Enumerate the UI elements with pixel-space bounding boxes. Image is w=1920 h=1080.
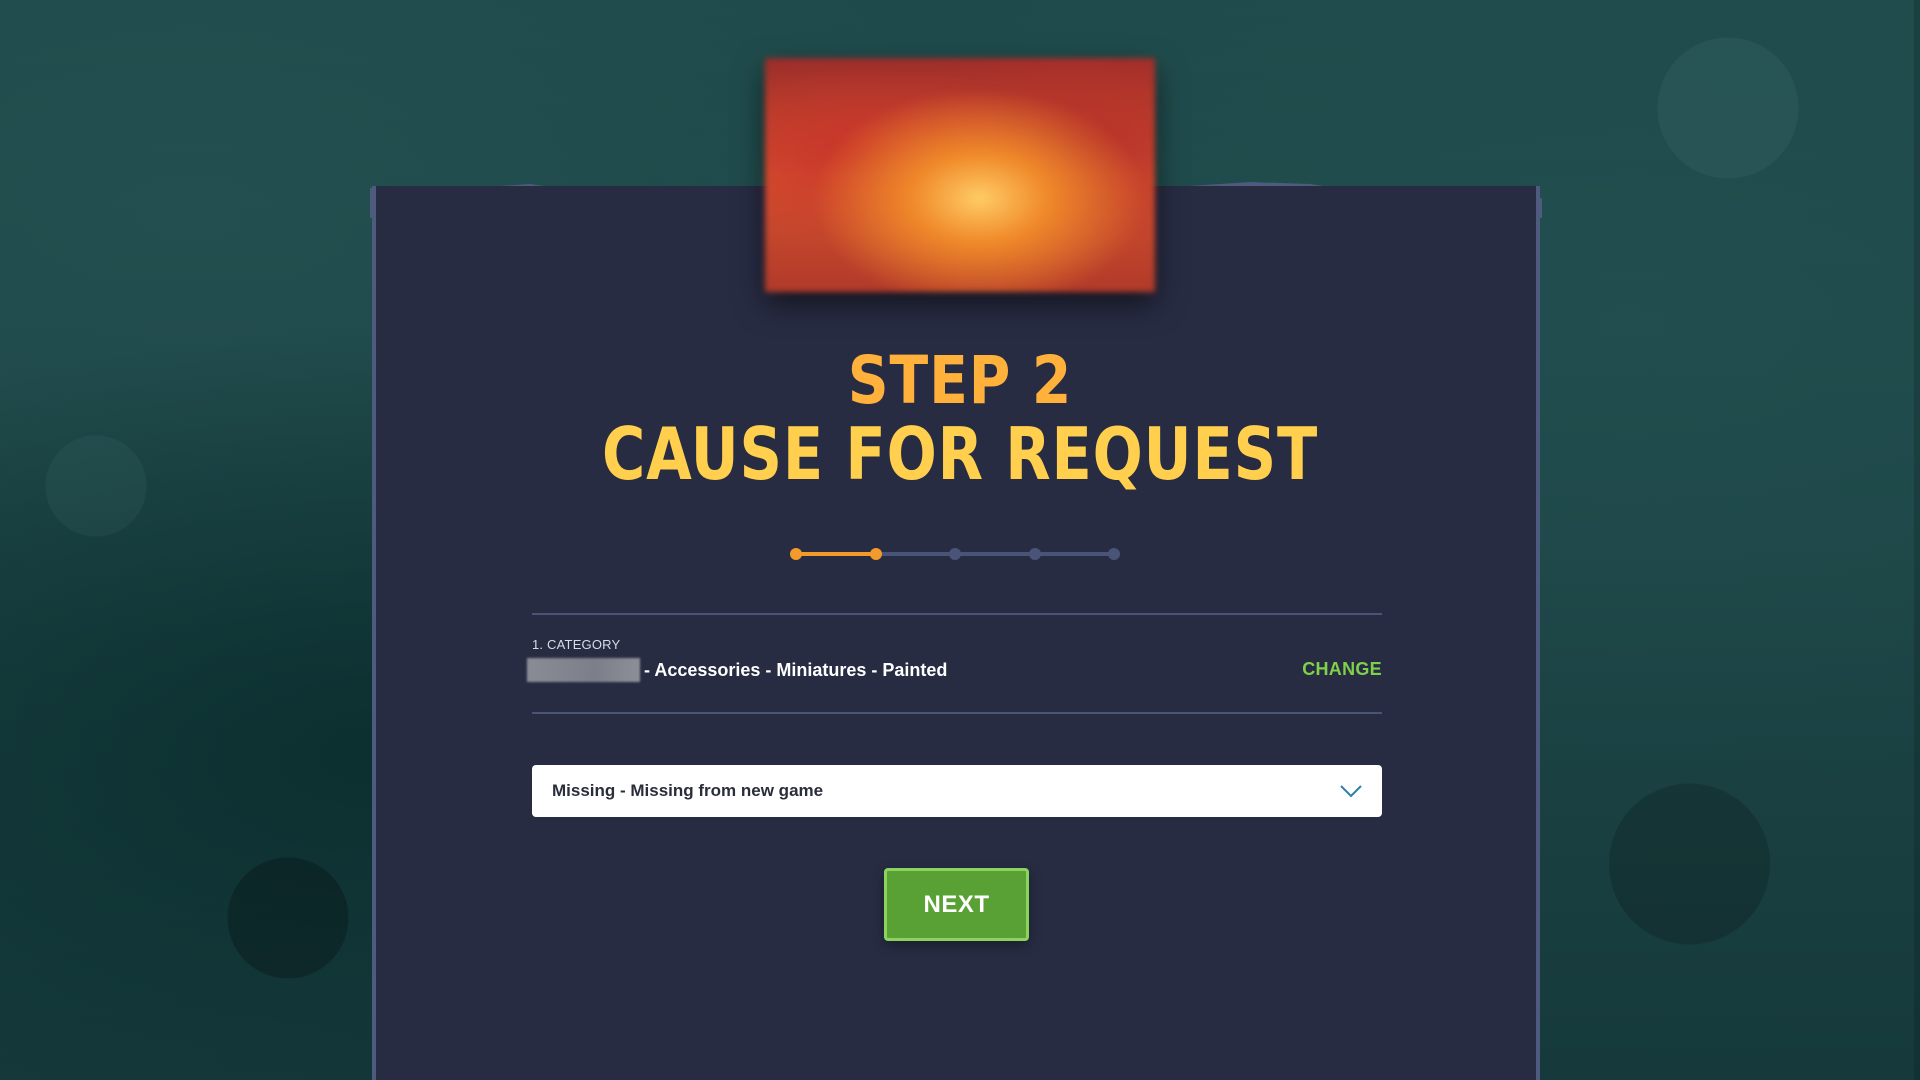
game-cover-image — [765, 58, 1155, 292]
scrollbar-track — [1914, 0, 1920, 1080]
progress-dot-5 — [1108, 548, 1120, 560]
step-heading: CAUSE FOR REQUEST — [601, 412, 1319, 496]
progress-dot-2 — [869, 548, 882, 560]
request-panel — [372, 186, 1540, 1080]
step-progress — [790, 547, 1120, 561]
page-title: STEP 2 CAUSE FOR REQUEST — [0, 342, 1920, 496]
progress-dot-4 — [1028, 548, 1041, 560]
chevron-down-icon — [1340, 785, 1362, 798]
category-label: 1. CATEGORY — [532, 637, 621, 652]
cause-select-value: Missing - Missing from new game — [552, 781, 824, 800]
category-row: - Accessories - Miniatures - Painted CHA… — [527, 657, 1382, 683]
progress-dot-3 — [949, 548, 961, 560]
progress-fill — [796, 552, 876, 556]
change-category-link[interactable]: CHANGE — [1302, 659, 1382, 680]
progress-dot-1 — [790, 548, 802, 560]
category-redacted-name — [527, 658, 640, 682]
divider-bottom — [532, 712, 1382, 714]
divider-top — [532, 613, 1382, 615]
next-button[interactable]: NEXT — [884, 868, 1029, 941]
cause-select[interactable]: Missing - Missing from new game — [532, 765, 1382, 817]
category-value: - Accessories - Miniatures - Painted — [644, 659, 948, 680]
step-number: STEP 2 — [847, 342, 1073, 419]
